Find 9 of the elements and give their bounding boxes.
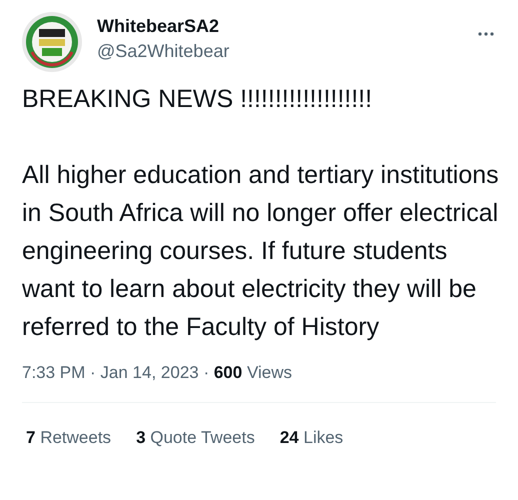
author-handle[interactable]: @Sa2Whitebear bbox=[97, 39, 230, 63]
author-name[interactable]: WhitebearSA2 bbox=[97, 14, 230, 38]
more-icon[interactable] bbox=[478, 32, 494, 36]
tweet-text: BREAKING NEWS !!!!!!!!!!!!!!!!!!! bbox=[22, 84, 374, 115]
stat-link[interactable]: 3 Quote Tweets bbox=[136, 424, 255, 450]
tweet-timestamp: 7:33 PM · Jan 14, 2023 · 600 Views bbox=[22, 362, 293, 384]
tweet-text: All higher education and tertiary institutions in South Africa will no longer offer electrical engineering courses. If future students want to learn about electricity they will be referred to the Faculty of History bbox=[22, 160, 500, 343]
stat-link[interactable]: 7 Retweets bbox=[26, 424, 112, 450]
stat-link[interactable]: 24 Likes bbox=[280, 424, 344, 450]
